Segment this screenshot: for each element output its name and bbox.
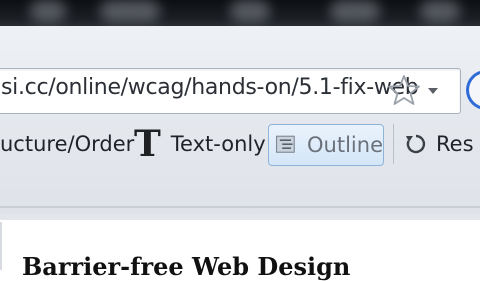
chrome-divider	[0, 206, 480, 208]
blurred-shape	[330, 0, 380, 22]
blurred-shape	[100, 0, 160, 22]
chevron-down-icon[interactable]	[425, 79, 441, 101]
text-only-button[interactable]: T Text-only	[134, 120, 266, 168]
star-icon[interactable]	[387, 73, 421, 107]
blurred-shape	[230, 0, 270, 22]
outline-icon	[276, 135, 295, 153]
url-text[interactable]: si.cc/online/wcag/hands-on/5.1-fix-web	[1, 75, 419, 100]
blurred-background	[0, 0, 480, 26]
page-heading: Barrier-free Web Design	[22, 252, 351, 281]
outline-button[interactable]: Outline	[268, 124, 384, 166]
blurred-shape	[30, 0, 66, 22]
reset-label: Res	[436, 132, 474, 156]
toolbar-separator	[393, 124, 394, 164]
structure-order-button[interactable]: ucture/Order	[0, 120, 134, 168]
text-only-label: Text-only	[170, 132, 266, 156]
text-t-icon: T	[134, 123, 161, 165]
reset-icon	[406, 134, 426, 154]
structure-order-label: ucture/Order	[0, 132, 135, 156]
content-border	[0, 222, 2, 270]
reset-button[interactable]: Res	[404, 120, 474, 168]
outline-label: Outline	[307, 133, 383, 157]
blurred-shape	[420, 0, 460, 22]
address-bar[interactable]: si.cc/online/wcag/hands-on/5.1-fix-web	[0, 68, 461, 114]
